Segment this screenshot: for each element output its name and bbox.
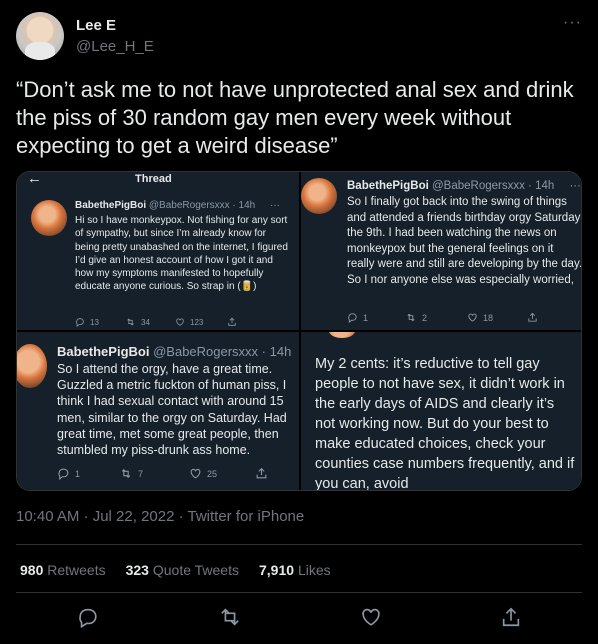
- embedded-like: 123: [175, 317, 227, 327]
- embedded-author: BabethePigBoi @BabeRogersxxx · 14h ···: [347, 180, 581, 192]
- embedded-retweet-count: 34: [141, 317, 150, 327]
- embedded-reply-count: 1: [363, 312, 369, 323]
- embedded-share: [227, 317, 237, 327]
- share-icon: [256, 467, 267, 479]
- likes-stat[interactable]: 7,910 Likes: [259, 562, 331, 578]
- embedded-retweet: 7: [119, 467, 189, 480]
- share-icon: [228, 317, 236, 326]
- share-icon[interactable]: [500, 606, 524, 630]
- likes-label: Likes: [297, 562, 331, 578]
- divider: [16, 544, 582, 545]
- retweet-icon: [127, 318, 134, 326]
- embedded-retweet: 34: [125, 317, 175, 327]
- reply-icon: [76, 318, 84, 327]
- tweet-timestamp[interactable]: 10:40 AM · Jul 22, 2022 · Twitter for iP…: [16, 508, 304, 525]
- thread-header: ← Thread: [17, 172, 299, 190]
- tweet-text: “Don’t ask me to not have unprotected an…: [16, 77, 574, 158]
- retweet-icon[interactable]: [219, 606, 243, 630]
- divider: [16, 592, 582, 593]
- embedded-like: 18: [467, 312, 527, 323]
- reply-icon: [58, 468, 69, 480]
- embedded-reply-count: 1: [75, 468, 81, 479]
- embedded-like-count: 123: [190, 317, 204, 327]
- embedded-share: [527, 312, 538, 323]
- media-image-2[interactable]: BabethePigBoi @BabeRogersxxx · 14h ··· S…: [301, 172, 582, 330]
- embedded-actions: 13 34 123: [75, 317, 237, 327]
- quotes-label: Quote Tweets: [152, 562, 239, 578]
- retweets-stat[interactable]: 980 Retweets: [20, 562, 106, 578]
- likes-count: 7,910: [259, 562, 295, 578]
- embedded-name: BabethePigBoi: [57, 344, 150, 359]
- retweets-count: 980: [20, 562, 44, 578]
- like-icon: [176, 318, 184, 326]
- embedded-retweet-count: 2: [422, 312, 428, 323]
- embedded-like-count: 25: [207, 468, 218, 479]
- embedded-more-icon: ···: [270, 200, 281, 211]
- ellipsis-icon[interactable]: ···: [563, 14, 582, 32]
- tweet-header: Lee E @Lee_H_E ···: [16, 12, 582, 62]
- retweets-label: Retweets: [47, 562, 106, 578]
- embedded-avatar: [301, 178, 337, 214]
- media-image-1[interactable]: ← Thread BabethePigBoi @BabeRogersxxx · …: [17, 172, 299, 330]
- embedded-reply: 13: [75, 317, 125, 327]
- embedded-name: BabethePigBoi: [75, 200, 147, 211]
- embedded-text: My 2 cents: it’s reductive to tell gay p…: [315, 356, 575, 491]
- embedded-share: [255, 467, 268, 480]
- embedded-text: So I attend the orgy, have a great time.…: [57, 362, 287, 458]
- embedded-actions: 1 2 18: [347, 312, 538, 323]
- reply-icon: [348, 313, 357, 323]
- tweet-actions: [0, 606, 598, 634]
- media-image-3[interactable]: BabethePigBoi @BabeRogersxxx · 14h So I …: [17, 332, 299, 490]
- embedded-handle: @BabeRogersxxx · 14h: [153, 344, 292, 359]
- embedded-actions: 1 7 25: [57, 467, 268, 480]
- author-name[interactable]: Lee E: [76, 17, 116, 34]
- embedded-reply-count: 13: [90, 317, 99, 327]
- like-icon[interactable]: [360, 606, 384, 630]
- embedded-text: Hi so I have monkeypox. Not fishing for …: [75, 215, 288, 293]
- retweet-icon: [121, 468, 131, 479]
- quotes-stat[interactable]: 323 Quote Tweets: [126, 562, 239, 578]
- reply-icon[interactable]: [77, 606, 101, 630]
- embedded-author: BabethePigBoi @BabeRogersxxx · 14h ···: [75, 200, 280, 211]
- tweet-stats: 980 Retweets 323 Quote Tweets 7,910 Like…: [20, 562, 331, 578]
- embedded-avatar: [329, 332, 355, 338]
- embedded-avatar: [17, 344, 47, 388]
- embedded-avatar: [31, 200, 67, 236]
- share-icon: [528, 312, 537, 322]
- embedded-reply: 1: [347, 312, 405, 323]
- author-avatar[interactable]: [16, 12, 64, 60]
- tweet-media[interactable]: ← Thread BabethePigBoi @BabeRogersxxx · …: [16, 171, 582, 491]
- embedded-more-icon: ···: [569, 180, 581, 192]
- embedded-handle: @BabeRogersxxx · 14h: [432, 180, 555, 192]
- back-arrow-icon: ←: [27, 172, 42, 187]
- embedded-like-count: 18: [483, 312, 494, 323]
- embedded-handle: @BabeRogersxxx · 14h: [148, 200, 256, 211]
- media-image-4[interactable]: My 2 cents: it’s reductive to tell gay p…: [301, 332, 581, 491]
- embedded-author: BabethePigBoi @BabeRogersxxx · 14h: [57, 344, 291, 359]
- like-icon: [190, 468, 201, 479]
- embedded-retweet-count: 7: [138, 468, 144, 479]
- embedded-retweet: 2: [405, 312, 467, 323]
- author-handle[interactable]: @Lee_H_E: [76, 38, 154, 55]
- like-icon: [468, 313, 477, 322]
- embedded-text: So I finally got back into the swing of …: [347, 196, 582, 286]
- quotes-count: 323: [125, 562, 149, 578]
- thread-title: Thread: [135, 173, 172, 185]
- embedded-reply: 1: [57, 467, 119, 480]
- retweet-icon: [407, 313, 415, 322]
- embedded-name: BabethePigBoi: [347, 180, 429, 192]
- embedded-like: 25: [189, 467, 255, 480]
